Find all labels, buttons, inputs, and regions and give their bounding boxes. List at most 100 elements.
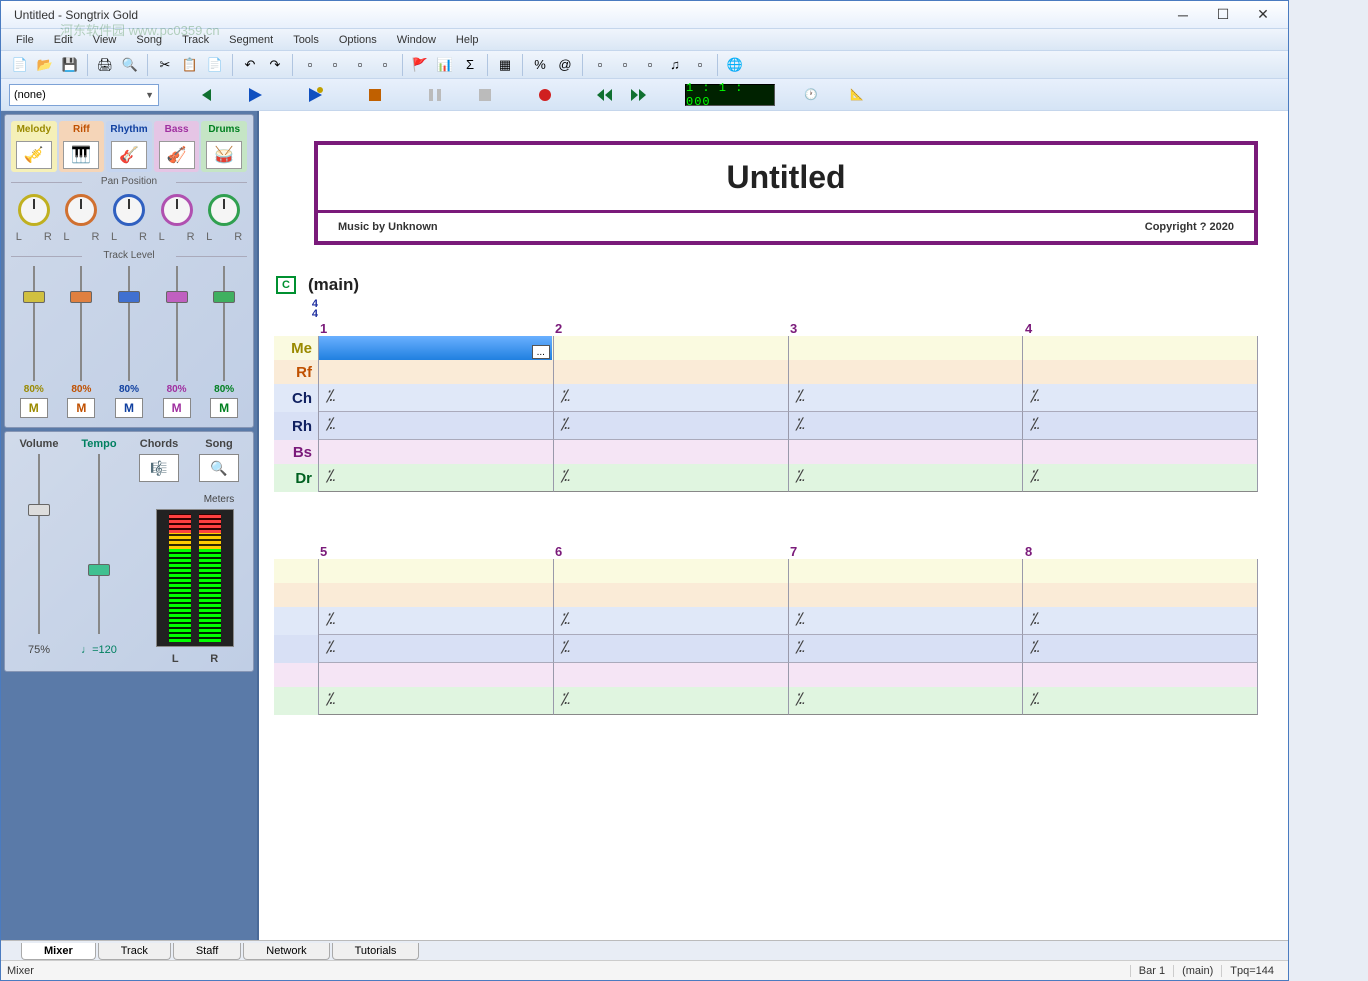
loop-button[interactable] — [301, 83, 329, 107]
bar-cell[interactable] — [789, 663, 1024, 687]
level-fader-riff[interactable] — [63, 266, 99, 381]
more-button[interactable]: ... — [532, 345, 550, 359]
song-title[interactable]: Untitled — [318, 145, 1254, 213]
bar-cell[interactable]: ⁒. — [319, 635, 554, 663]
bar-cell[interactable]: ⁒. — [554, 687, 789, 715]
song-button[interactable]: 🔍 — [199, 454, 239, 482]
view3-icon[interactable]: ▫ — [639, 54, 661, 76]
menu-options[interactable]: Options — [329, 31, 387, 49]
new-icon[interactable]: 📄 — [9, 54, 31, 76]
bar-cell[interactable]: ⁒. — [319, 687, 554, 715]
play-button[interactable] — [241, 83, 269, 107]
pan-knob-drums[interactable] — [208, 194, 240, 226]
view4-icon[interactable]: ▫ — [689, 54, 711, 76]
record-button[interactable] — [531, 83, 559, 107]
bar-cell[interactable]: ⁒. — [1023, 635, 1258, 663]
instrument-button-riff[interactable]: 🎹 — [63, 141, 99, 169]
instrument-button-drums[interactable]: 🥁 — [206, 141, 242, 169]
level-fader-bass[interactable] — [159, 266, 195, 381]
paste-icon[interactable]: 📄 — [204, 54, 226, 76]
sum-icon[interactable]: Σ — [459, 54, 481, 76]
stop-button[interactable] — [361, 83, 389, 107]
bar-cell[interactable]: ⁒. — [554, 412, 789, 440]
bar-cell[interactable] — [1023, 663, 1258, 687]
bar-cell[interactable]: ⁒. — [1023, 412, 1258, 440]
redo-icon[interactable]: ↷ — [264, 54, 286, 76]
level-fader-drums[interactable] — [206, 266, 242, 381]
menu-edit[interactable]: Edit — [44, 31, 83, 49]
bar-cell[interactable] — [554, 583, 789, 607]
notes-icon[interactable]: ♫ — [664, 54, 686, 76]
mute-button-melody[interactable]: M — [20, 398, 48, 418]
grid-icon[interactable]: ▦ — [494, 54, 516, 76]
chords-button[interactable]: 🎼 — [139, 454, 179, 482]
bar-cell[interactable] — [554, 360, 789, 384]
minimize-button[interactable]: ─ — [1163, 4, 1203, 26]
tool-c-icon[interactable]: ▫ — [349, 54, 371, 76]
view2-icon[interactable]: ▫ — [614, 54, 636, 76]
bar-cell[interactable] — [789, 360, 1024, 384]
bar-cell[interactable] — [1023, 440, 1258, 464]
bar-cell[interactable] — [1023, 559, 1258, 583]
maximize-button[interactable]: ☐ — [1203, 4, 1243, 26]
bar-cell[interactable] — [319, 559, 554, 583]
pan-knob-bass[interactable] — [161, 194, 193, 226]
song-by[interactable]: Music by Unknown — [338, 221, 438, 233]
menu-track[interactable]: Track — [172, 31, 219, 49]
pan-knob-rhythm[interactable] — [113, 194, 145, 226]
mute-button-drums[interactable]: M — [210, 398, 238, 418]
bar-cell[interactable] — [789, 440, 1024, 464]
skip-back-button[interactable] — [191, 83, 219, 107]
bar-cell[interactable]: ⁒. — [1023, 464, 1258, 492]
section-name[interactable]: (main) — [308, 275, 359, 295]
copy-icon[interactable]: 📋 — [179, 54, 201, 76]
pause-button[interactable] — [421, 83, 449, 107]
bar-cell[interactable]: ⁒. — [554, 607, 789, 635]
globe-icon[interactable]: 🌐 — [724, 54, 746, 76]
stop2-button[interactable] — [471, 83, 499, 107]
bar-cell[interactable]: ⁒. — [789, 635, 1024, 663]
save-icon[interactable]: 💾 — [59, 54, 81, 76]
bar-cell[interactable]: ⁒. — [1023, 607, 1258, 635]
workspace[interactable]: Untitled Music by Unknown Copyright ? 20… — [259, 111, 1288, 940]
bar-cell[interactable] — [1023, 360, 1258, 384]
menu-file[interactable]: File — [6, 31, 44, 49]
bar-cell[interactable]: ⁒. — [1023, 384, 1258, 412]
view1-icon[interactable]: ▫ — [589, 54, 611, 76]
mute-button-rhythm[interactable]: M — [115, 398, 143, 418]
tab-track[interactable]: Track — [98, 943, 171, 960]
print-icon[interactable]: 🖨 — [94, 54, 116, 76]
selected-segment[interactable]: ... — [319, 336, 552, 360]
bar-cell[interactable]: ⁒. — [789, 464, 1024, 492]
tab-mixer[interactable]: Mixer — [21, 943, 96, 960]
bar-cell[interactable]: ⁒. — [554, 384, 789, 412]
forward-button[interactable] — [625, 83, 653, 107]
tab-tutorials[interactable]: Tutorials — [332, 943, 420, 960]
rewind-button[interactable] — [591, 83, 619, 107]
tab-network[interactable]: Network — [243, 943, 329, 960]
tool-b-icon[interactable]: ▫ — [324, 54, 346, 76]
undo-icon[interactable]: ↶ — [239, 54, 261, 76]
bar-cell[interactable] — [319, 663, 554, 687]
instrument-button-bass[interactable]: 🎻 — [159, 141, 195, 169]
bar-cell[interactable]: ⁒. — [789, 607, 1024, 635]
flag-icon[interactable]: 🚩 — [409, 54, 431, 76]
bar-cell[interactable]: ⁒. — [319, 412, 554, 440]
close-button[interactable]: ✕ — [1243, 4, 1283, 26]
metronome-icon[interactable]: 📐 — [843, 83, 871, 107]
bar-cell[interactable]: ⁒. — [789, 412, 1024, 440]
bar-cell[interactable]: ... — [319, 336, 554, 360]
bar-cell[interactable] — [319, 360, 554, 384]
clock-icon[interactable]: 🕐 — [797, 83, 825, 107]
level-fader-rhythm[interactable] — [111, 266, 147, 381]
bar-cell[interactable] — [319, 440, 554, 464]
bar-cell[interactable] — [789, 583, 1024, 607]
bar-cell[interactable] — [554, 336, 789, 360]
bar-cell[interactable] — [789, 336, 1024, 360]
menu-song[interactable]: Song — [126, 31, 172, 49]
menu-segment[interactable]: Segment — [219, 31, 283, 49]
bar-cell[interactable]: ⁒. — [319, 607, 554, 635]
preset-combo[interactable]: (none) ▼ — [9, 84, 159, 106]
cut-icon[interactable]: ✂ — [154, 54, 176, 76]
level-fader-melody[interactable] — [16, 266, 52, 381]
